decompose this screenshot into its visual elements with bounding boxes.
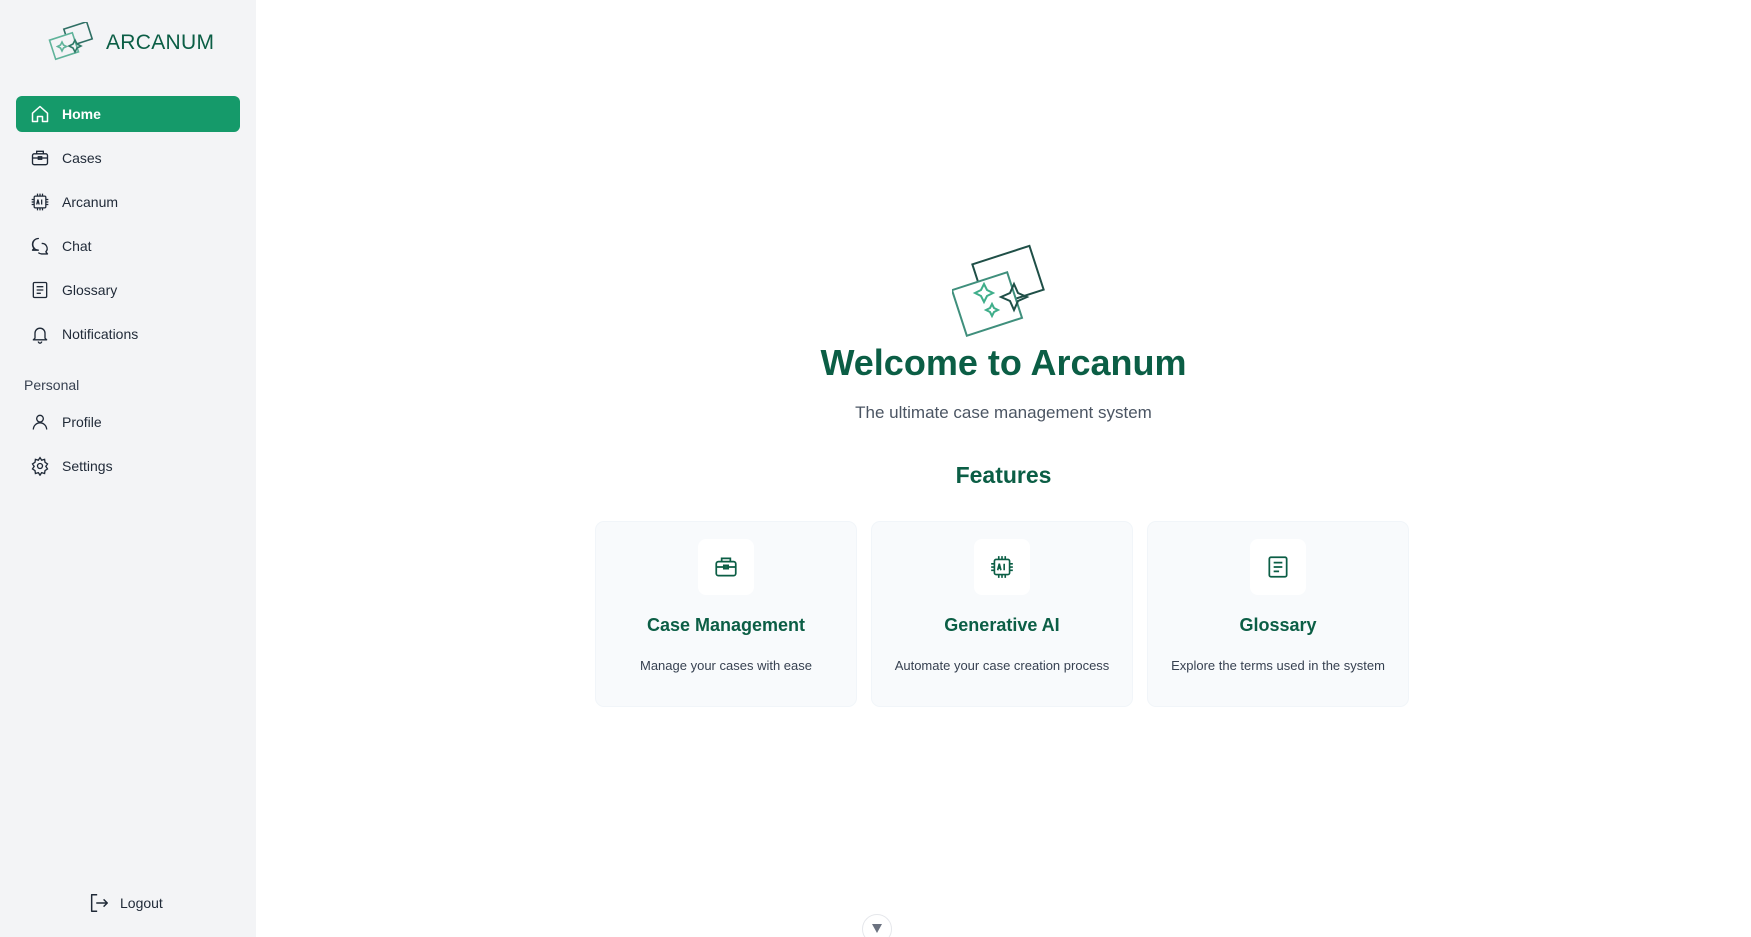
arcanum-logo-icon [48,22,94,61]
feature-card-generative-ai[interactable]: Generative AI Automate your case creatio… [872,522,1132,706]
sidebar-item-cases[interactable]: Cases [16,140,240,176]
sidebar-item-glossary[interactable]: Glossary [16,272,240,308]
scroll-down-button[interactable] [862,914,892,937]
sidebar-item-label: Cases [62,150,102,166]
logout-icon [90,894,108,912]
sidebar-item-label: Home [62,106,101,122]
card-icon-box [974,539,1030,595]
card-description: Automate your case creation process [894,658,1110,673]
card-description: Explore the terms used in the system [1171,658,1385,673]
arcanum-hero-logo-icon [952,244,1045,338]
chat-icon [31,237,49,255]
feature-cards: Case Management Manage your cases with e… [596,522,1408,706]
sidebar-item-home[interactable]: Home [16,96,240,132]
sidebar-item-label: Settings [62,458,113,474]
ai-chip-icon [31,193,49,211]
card-title: Case Management [646,615,806,635]
book-icon [1268,556,1288,578]
sidebar-item-label: Glossary [62,282,118,298]
chevron-down-icon [872,924,882,933]
feature-card-glossary[interactable]: Glossary Explore the terms used in the s… [1148,522,1408,706]
features-heading: Features [955,462,1052,488]
logout-label: Logout [120,895,163,911]
briefcase-icon [31,150,49,166]
card-title: Glossary [1239,615,1317,635]
sidebar-item-label: Chat [62,238,92,254]
main-content: Welcome to Arcanum The ultimate case man… [256,0,1751,937]
page-subtitle: The ultimate case management system [855,403,1152,422]
sidebar-item-settings[interactable]: Settings [16,448,240,484]
sidebar-item-notifications[interactable]: Notifications [16,316,240,352]
briefcase-icon [715,557,737,577]
gear-icon [31,456,49,476]
sidebar-item-chat[interactable]: Chat [16,228,240,264]
card-icon-box [1250,539,1306,595]
sidebar-item-arcanum[interactable]: Arcanum [16,184,240,220]
brand[interactable]: ARCANUM [48,22,214,64]
sidebar-item-label: Arcanum [62,194,119,210]
book-icon [32,281,48,299]
sidebar-item-label: Notifications [62,326,139,342]
sidebar-item-profile[interactable]: Profile [16,404,240,440]
sidebar-item-label: Profile [62,414,102,430]
user-icon [32,414,48,430]
home-icon [31,105,49,123]
section-label-personal: Personal [24,377,80,393]
logout-button[interactable]: Logout [88,892,163,914]
brand-name: ARCANUM [106,31,215,54]
card-title: Generative AI [944,615,1060,635]
feature-card-case-management[interactable]: Case Management Manage your cases with e… [596,522,856,706]
ai-chip-icon [991,556,1013,578]
sidebar: ARCANUM Home Cases Arcanum Chat Glossary… [0,0,256,937]
bell-icon [32,327,48,344]
main-nav: Home Cases Arcanum Chat Glossary Notific… [16,96,240,360]
page-title: Welcome to Arcanum [820,342,1187,383]
personal-nav: Profile Settings [16,404,240,492]
card-description: Manage your cases with ease [640,658,812,673]
card-icon-box [698,539,754,595]
